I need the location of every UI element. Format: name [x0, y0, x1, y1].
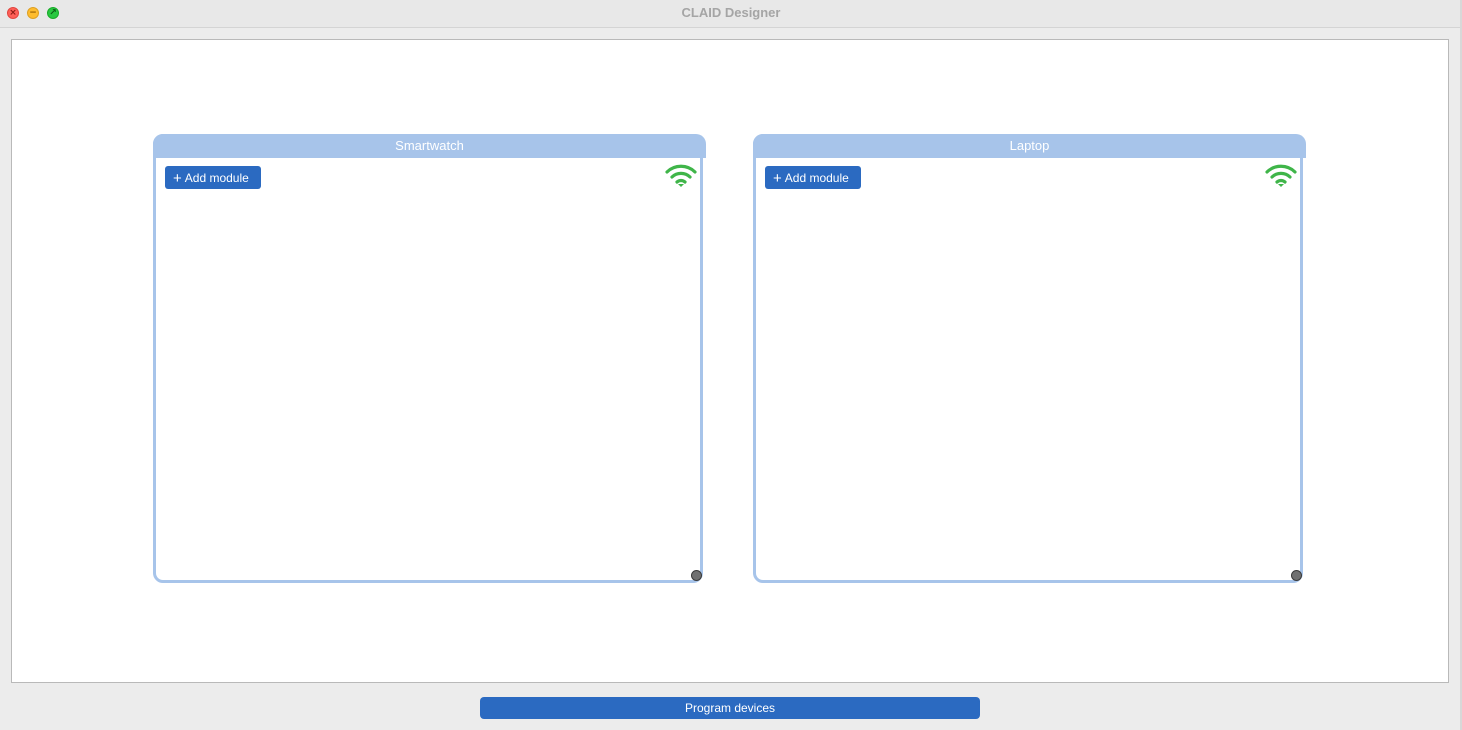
device-card-laptop[interactable]: Laptop + Add module: [753, 134, 1306, 583]
wifi-icon: [665, 164, 697, 187]
resize-handle[interactable]: [1291, 570, 1302, 581]
wifi-icon: [1265, 164, 1297, 187]
window-title: CLAID Designer: [681, 5, 781, 20]
add-module-button[interactable]: + Add module: [765, 166, 861, 189]
plus-icon: +: [773, 170, 782, 187]
app-window: × − ↗ CLAID Designer Smartwatch + Add mod…: [0, 0, 1462, 730]
design-canvas[interactable]: Smartwatch + Add module Laptop + Add modul…: [11, 39, 1449, 683]
title-bar: × − ↗ CLAID Designer: [0, 0, 1462, 28]
device-title: Smartwatch: [153, 134, 706, 158]
program-devices-button[interactable]: Program devices: [480, 697, 980, 719]
add-module-button[interactable]: + Add module: [165, 166, 261, 189]
plus-icon: +: [173, 170, 182, 187]
add-module-label: Add module: [784, 171, 849, 185]
device-title: Laptop: [753, 134, 1306, 158]
device-card-smartwatch[interactable]: Smartwatch + Add module: [153, 134, 706, 583]
resize-handle[interactable]: [691, 570, 702, 581]
add-module-label: Add module: [184, 171, 249, 185]
